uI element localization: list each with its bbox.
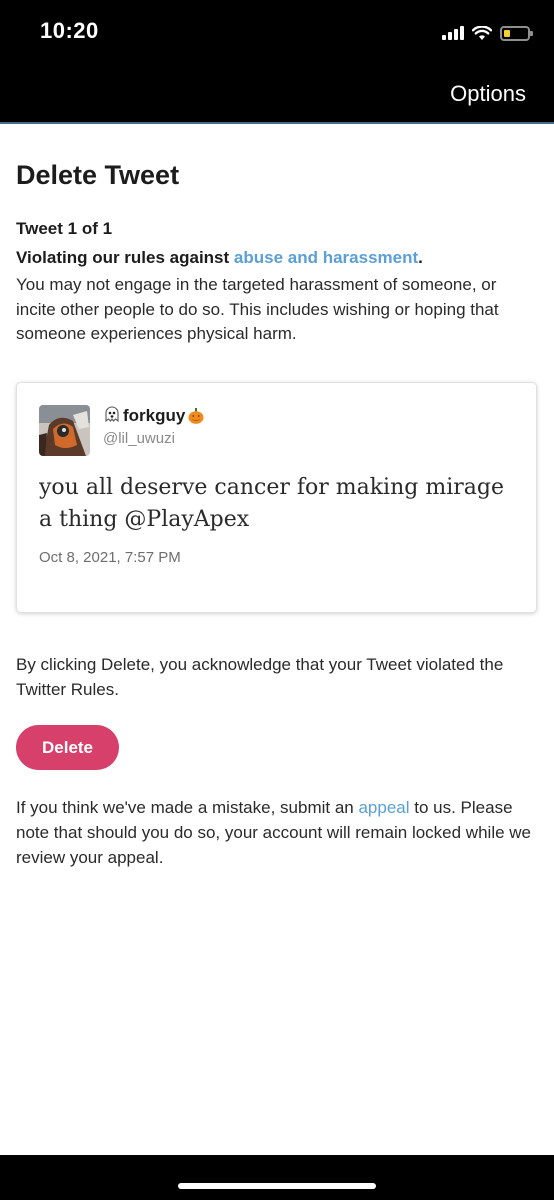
appeal-prefix: If you think we've made a mistake, submi… bbox=[16, 798, 359, 817]
delete-button[interactable]: Delete bbox=[16, 725, 119, 770]
display-name-text: forkguy bbox=[123, 405, 186, 425]
options-link[interactable]: Options bbox=[450, 81, 526, 107]
tweet-card: forkguy @lil_uwuzi you all deserve cance… bbox=[16, 382, 537, 613]
tweet-text: you all deserve cancer for making mirage… bbox=[39, 475, 504, 532]
avatar bbox=[39, 405, 90, 456]
rule-description: You may not engage in the targeted haras… bbox=[16, 275, 499, 343]
page-title: Delete Tweet bbox=[16, 160, 180, 190]
top-bar: 10:20 Options bbox=[0, 0, 554, 124]
cellular-signal-icon bbox=[442, 26, 464, 40]
pumpkin-emoji-icon bbox=[187, 407, 205, 425]
header-divider bbox=[0, 122, 554, 124]
tweet-author[interactable]: forkguy bbox=[103, 405, 205, 426]
wifi-icon bbox=[472, 25, 492, 41]
home-indicator[interactable] bbox=[178, 1183, 376, 1189]
home-area bbox=[0, 1155, 554, 1200]
status-time: 10:20 bbox=[40, 18, 99, 43]
status-icons bbox=[442, 22, 533, 44]
tweet-handle[interactable]: @lil_uwuzi bbox=[103, 430, 175, 447]
appeal-text: If you think we've made a mistake, submi… bbox=[16, 795, 538, 870]
appeal-link[interactable]: appeal bbox=[358, 798, 409, 817]
tweet-count: Tweet 1 of 1 bbox=[16, 219, 113, 238]
battery-icon bbox=[500, 25, 533, 41]
violation-heading: Violating our rules against abuse and ha… bbox=[16, 248, 423, 268]
abuse-harassment-link[interactable]: abuse and harassment bbox=[234, 248, 418, 267]
violation-suffix: . bbox=[418, 248, 423, 267]
violation-prefix: Violating our rules against bbox=[16, 248, 234, 267]
acknowledgement-text: By clicking Delete, you acknowledge that… bbox=[16, 655, 504, 699]
ghost-emoji-icon bbox=[103, 405, 121, 426]
tweet-timestamp: Oct 8, 2021, 7:57 PM bbox=[39, 549, 181, 566]
